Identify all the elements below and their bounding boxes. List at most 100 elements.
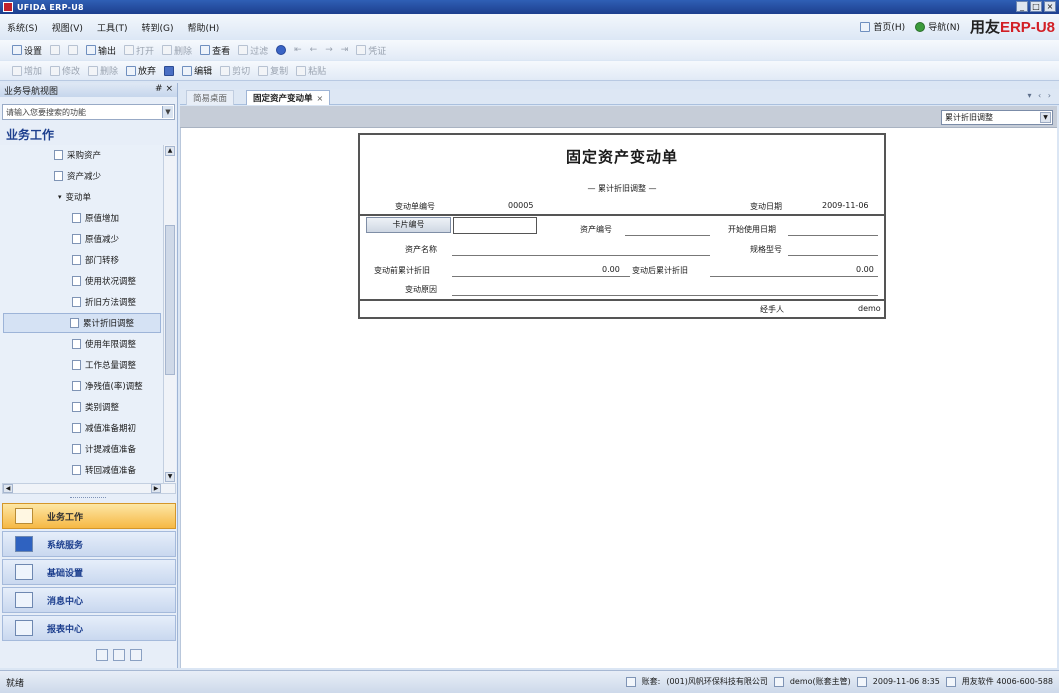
pin-close-icon[interactable]: # × <box>155 84 173 94</box>
add-button[interactable]: 增加 <box>8 64 46 77</box>
tree-item-change-voucher[interactable]: ▾ 变动单 <box>58 187 91 207</box>
tree-item-usage-status[interactable]: 使用状况调整 <box>72 271 136 291</box>
preview-button[interactable] <box>64 45 82 55</box>
tree-horizontal-scrollbar[interactable]: ◀ ▶ <box>2 483 176 494</box>
tree-vertical-scrollbar[interactable]: ▲ ▼ <box>163 145 176 483</box>
next-record-button[interactable]: → <box>321 45 337 55</box>
nav-config-icon[interactable] <box>130 649 142 661</box>
help-button[interactable] <box>272 45 290 55</box>
save-icon <box>164 65 175 76</box>
tree-item-dept-transfer[interactable]: 部门转移 <box>72 250 119 270</box>
paste-icon <box>296 65 307 76</box>
close-tab-icon[interactable]: × <box>317 94 324 103</box>
document-icon <box>72 465 81 475</box>
tree-item-category[interactable]: 类别调整 <box>72 397 119 417</box>
close-icon[interactable]: × <box>1044 1 1056 12</box>
view-button[interactable]: 查看 <box>196 44 234 57</box>
tree-item-impairment-reverse[interactable]: 转回减值准备 <box>72 460 136 480</box>
splitter-grip[interactable] <box>70 497 106 500</box>
toolbar-edit: 增加 修改 删除 放弃 编辑 剪切 复制 粘贴 <box>0 61 1059 81</box>
maximize-icon[interactable]: □ <box>1030 1 1042 12</box>
save-button[interactable] <box>160 65 178 76</box>
copy-button[interactable]: 复制 <box>254 64 292 77</box>
modify-button[interactable]: 修改 <box>46 64 84 77</box>
header-right: 首页(H) 导航(N) 用友ERP-U8 <box>860 16 1055 37</box>
open-button[interactable]: 打开 <box>120 44 158 57</box>
scroll-right-icon[interactable]: ▶ <box>151 484 161 493</box>
menu-goto[interactable]: 转到(G) <box>134 21 180 34</box>
scroll-up-icon[interactable]: ▲ <box>165 146 175 156</box>
document-icon <box>72 234 81 244</box>
tree-item-salvage[interactable]: 净残值(率)调整 <box>72 376 143 396</box>
tree-item-accum-depreciation[interactable]: 累计折旧调整 <box>3 313 161 333</box>
voucher-type-select[interactable]: 累计折旧调整 ▼ <box>941 110 1053 125</box>
nav-shortcut-icon[interactable] <box>96 649 108 661</box>
before-depreciation-label: 变动前累计折旧 <box>374 266 430 275</box>
menu-view[interactable]: 视图(V) <box>45 21 90 34</box>
tree-item-useful-life[interactable]: 使用年限调整 <box>72 334 136 354</box>
edit-button[interactable]: 编辑 <box>178 64 216 77</box>
tab-simple-desktop[interactable]: 简易桌面 <box>186 90 235 105</box>
delete-button-top[interactable]: 删除 <box>158 44 196 57</box>
nav-list-icon[interactable] <box>113 649 125 661</box>
chevron-down-icon[interactable]: ▼ <box>162 106 173 118</box>
module-report-center[interactable]: 报表中心 <box>2 615 176 641</box>
asset-change-voucher-form: 固定资产变动单 — 累计折旧调整 — 变动单编号 00005 变动日期 2009… <box>358 133 886 319</box>
paste-button[interactable]: 粘贴 <box>292 64 330 77</box>
discard-button[interactable]: 放弃 <box>122 64 160 77</box>
pencil-icon <box>182 65 193 76</box>
filter-icon <box>238 45 249 55</box>
document-icon <box>72 255 81 265</box>
tree-item-impairment-opening[interactable]: 减值准备期初 <box>72 418 136 438</box>
card-no-button[interactable]: 卡片编号 <box>366 217 451 233</box>
start-date-field[interactable] <box>788 235 878 236</box>
asset-name-field[interactable] <box>452 255 710 256</box>
tree-item-workload[interactable]: 工作总量调整 <box>72 355 136 375</box>
output-icon <box>86 45 97 55</box>
home-link[interactable]: 首页(H) <box>860 20 905 33</box>
last-record-button[interactable]: ⇥ <box>337 45 353 55</box>
scroll-thumb[interactable] <box>165 225 175 375</box>
menu-tools[interactable]: 工具(T) <box>90 21 135 34</box>
print-button[interactable] <box>46 45 64 55</box>
function-search-input[interactable]: 请输入您要搜索的功能 ▼ <box>2 104 175 120</box>
tree-item-original-increase[interactable]: 原值增加 <box>72 208 119 228</box>
output-button[interactable]: 输出 <box>82 44 120 57</box>
after-depreciation-field[interactable] <box>710 276 878 277</box>
scroll-down-icon[interactable]: ▼ <box>165 472 175 482</box>
prev-record-button[interactable]: ← <box>306 45 322 55</box>
menu-system[interactable]: 系统(S) <box>0 21 45 34</box>
before-depreciation-value: 0.00 <box>602 265 620 274</box>
reason-label: 变动原因 <box>405 285 437 294</box>
tree-item-depreciation-method[interactable]: 折旧方法调整 <box>72 292 136 312</box>
delete-button[interactable]: 删除 <box>84 64 122 77</box>
asset-name-label: 资产名称 <box>405 245 437 254</box>
minimize-icon[interactable]: _ <box>1016 1 1028 12</box>
module-system-service[interactable]: 系统服务 <box>2 531 176 557</box>
tree-item-original-decrease[interactable]: 原值减少 <box>72 229 119 249</box>
guide-link[interactable]: 导航(N) <box>915 20 960 33</box>
cut-button[interactable]: 剪切 <box>216 64 254 77</box>
settings-button[interactable]: 设置 <box>8 44 46 57</box>
tree-item-asset-decrease[interactable]: 资产减少 <box>54 166 101 186</box>
tab-asset-change-voucher[interactable]: 固定资产变动单 × <box>246 90 331 105</box>
module-basic-settings[interactable]: 基础设置 <box>2 559 176 585</box>
chevron-down-icon[interactable]: ▼ <box>1040 112 1051 123</box>
tree-item-purchase-asset[interactable]: 采购资产 <box>54 145 101 165</box>
voucher-button[interactable]: 凭证 <box>352 44 390 57</box>
tree-item-impairment-accrue[interactable]: 计提减值准备 <box>72 439 136 459</box>
tab-nav-arrows[interactable]: ▾ ‹ › <box>1028 91 1054 100</box>
expand-arrow-icon[interactable]: ▾ <box>58 193 62 201</box>
scroll-left-icon[interactable]: ◀ <box>3 484 13 493</box>
before-depreciation-field[interactable] <box>452 276 630 277</box>
user-value: demo(账套主管) <box>789 677 851 686</box>
reason-field[interactable] <box>452 295 878 296</box>
asset-no-field[interactable] <box>625 235 710 236</box>
first-record-button[interactable]: ⇤ <box>290 45 306 55</box>
menu-help[interactable]: 帮助(H) <box>180 21 226 34</box>
module-business-work[interactable]: 业务工作 <box>2 503 176 529</box>
filter-button[interactable]: 过滤 <box>234 44 272 57</box>
module-message-center[interactable]: 消息中心 <box>2 587 176 613</box>
card-no-input[interactable] <box>453 217 537 234</box>
spec-field[interactable] <box>788 255 878 256</box>
